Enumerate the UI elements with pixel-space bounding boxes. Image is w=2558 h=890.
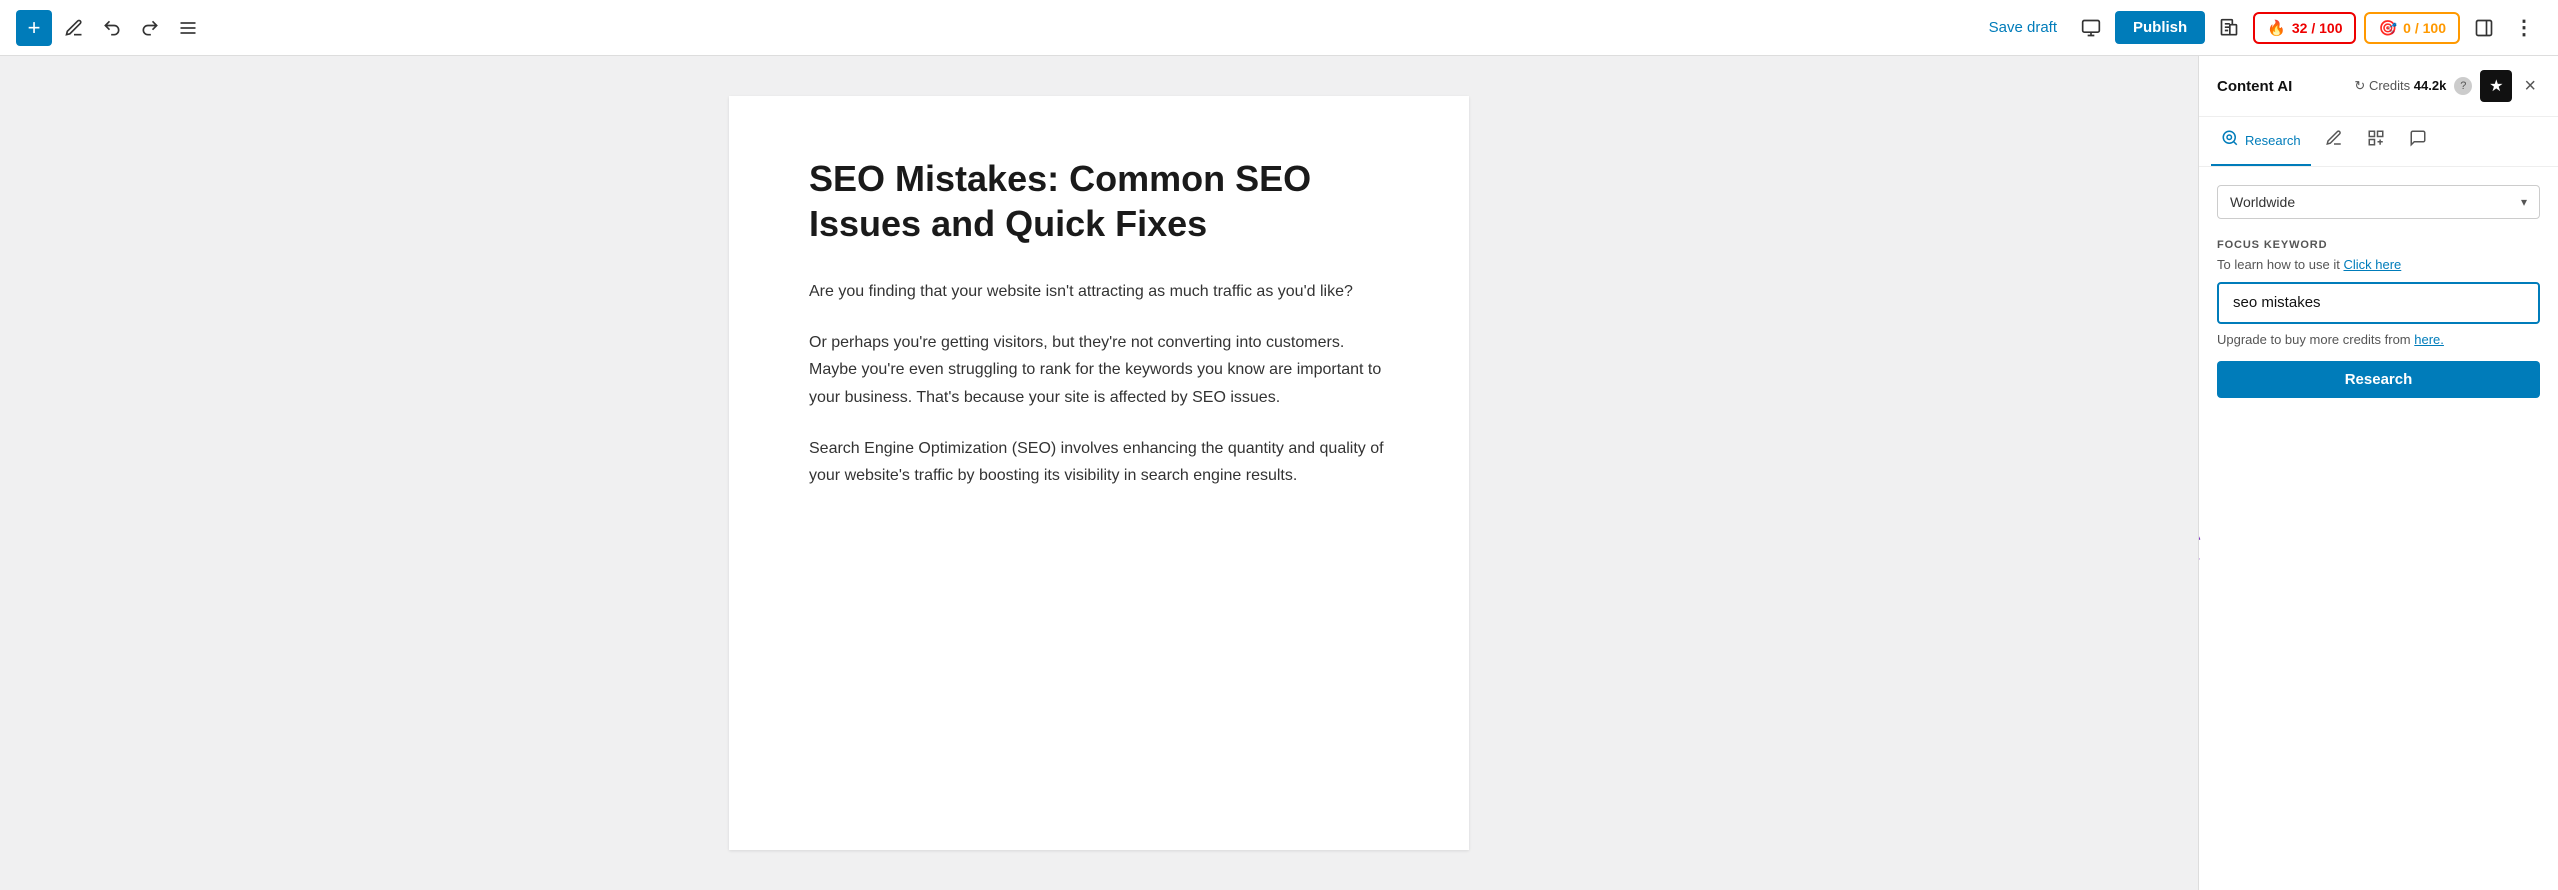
star-icon: ★ [2489, 76, 2503, 96]
score-fire-icon: 🔥 [2267, 19, 2286, 37]
panel-header: Content AI ↻ Credits 44.2k ? ★ × [2199, 56, 2558, 117]
post-title[interactable]: SEO Mistakes: Common SEO Issues and Quic… [809, 156, 1389, 246]
worldwide-text: Worldwide [2230, 194, 2295, 210]
editor-content[interactable]: SEO Mistakes: Common SEO Issues and Quic… [729, 96, 1469, 850]
undo-icon [102, 18, 122, 38]
research-button[interactable]: Research [2217, 361, 2540, 398]
seo-score-badge[interactable]: 🔥 32 / 100 [2253, 12, 2356, 44]
star-button[interactable]: ★ [2480, 70, 2512, 102]
paragraph-2[interactable]: Or perhaps you're getting visitors, but … [809, 329, 1389, 411]
redo-icon [140, 18, 160, 38]
preview-button[interactable] [2075, 12, 2107, 44]
plus-icon: + [28, 17, 41, 39]
add-block-button[interactable]: + [16, 10, 52, 46]
paragraph-1[interactable]: Are you finding that your website isn't … [809, 278, 1389, 305]
toolbar-left: + [16, 10, 204, 46]
tab-research[interactable]: Research [2211, 117, 2311, 166]
tab-write[interactable] [2315, 117, 2353, 166]
ellipsis-icon: ⋮ [2514, 15, 2536, 40]
upgrade-text: Upgrade to buy more credits from here. [2217, 332, 2540, 347]
chevron-down-icon: ▾ [2521, 195, 2527, 209]
tab-seo[interactable] [2357, 117, 2395, 166]
research-tab-icon [2221, 129, 2239, 152]
readability-score-value: 0 / 100 [2403, 20, 2446, 36]
worldwide-dropdown[interactable]: Worldwide ▾ [2217, 185, 2540, 219]
sidebar-icon [2474, 18, 2494, 38]
panel-tabs: Research [2199, 117, 2558, 167]
pen-icon [64, 18, 84, 38]
chat-tab-icon [2409, 129, 2427, 152]
research-tab-label: Research [2245, 133, 2301, 148]
panel-title: Content AI [2217, 78, 2292, 95]
panel-header-right: ↻ Credits 44.2k ? ★ × [2354, 70, 2540, 102]
sidebar-toggle-button[interactable] [2468, 12, 2500, 44]
credits-label: ↻ Credits 44.2k [2354, 78, 2446, 94]
focus-keyword-desc: To learn how to use it Click here [2217, 257, 2540, 272]
refresh-icon: ↻ [2354, 78, 2365, 93]
focus-keyword-label: FOCUS KEYWORD [2217, 239, 2540, 251]
readability-score-badge[interactable]: 🎯 0 / 100 [2364, 12, 2460, 44]
panel-body: Worldwide ▾ FOCUS KEYWORD To learn how t… [2199, 167, 2558, 890]
list-icon [178, 18, 198, 38]
edit-tool-button[interactable] [58, 12, 90, 44]
click-here-link[interactable]: Click here [2343, 257, 2401, 272]
save-draft-button[interactable]: Save draft [1979, 13, 2067, 42]
toolbar: + Save draft Publish 🔥 32 / 100 🎯 0 / [0, 0, 2558, 56]
redo-button[interactable] [134, 12, 166, 44]
publish-button[interactable]: Publish [2115, 11, 2205, 44]
paragraph-3[interactable]: Search Engine Optimization (SEO) involve… [809, 435, 1389, 489]
write-tab-icon [2325, 129, 2343, 152]
more-options-button[interactable]: ⋮ [2508, 9, 2542, 46]
upgrade-link[interactable]: here. [2414, 332, 2444, 347]
sidebar-panel: Content AI ↻ Credits 44.2k ? ★ × R [2198, 56, 2558, 890]
keyword-input-wrapper [2217, 282, 2540, 324]
editor-area[interactable]: SEO Mistakes: Common SEO Issues and Quic… [0, 56, 2198, 890]
seo-score-value: 32 / 100 [2292, 20, 2343, 36]
list-view-button[interactable] [172, 12, 204, 44]
help-icon[interactable]: ? [2454, 77, 2472, 95]
monitor-icon [2081, 18, 2101, 38]
document-icon [2219, 18, 2239, 38]
seo-tab-icon [2367, 129, 2385, 152]
undo-button[interactable] [96, 12, 128, 44]
keyword-input[interactable] [2233, 294, 2524, 311]
close-panel-button[interactable]: × [2520, 74, 2540, 98]
document-icon-button[interactable] [2213, 12, 2245, 44]
credits-value: 44.2k [2414, 78, 2447, 93]
tab-chat[interactable] [2399, 117, 2437, 166]
toolbar-right: Save draft Publish 🔥 32 / 100 🎯 0 / 100 … [1979, 9, 2542, 46]
score-circle-icon: 🎯 [2378, 19, 2397, 37]
main-layout: SEO Mistakes: Common SEO Issues and Quic… [0, 56, 2558, 890]
